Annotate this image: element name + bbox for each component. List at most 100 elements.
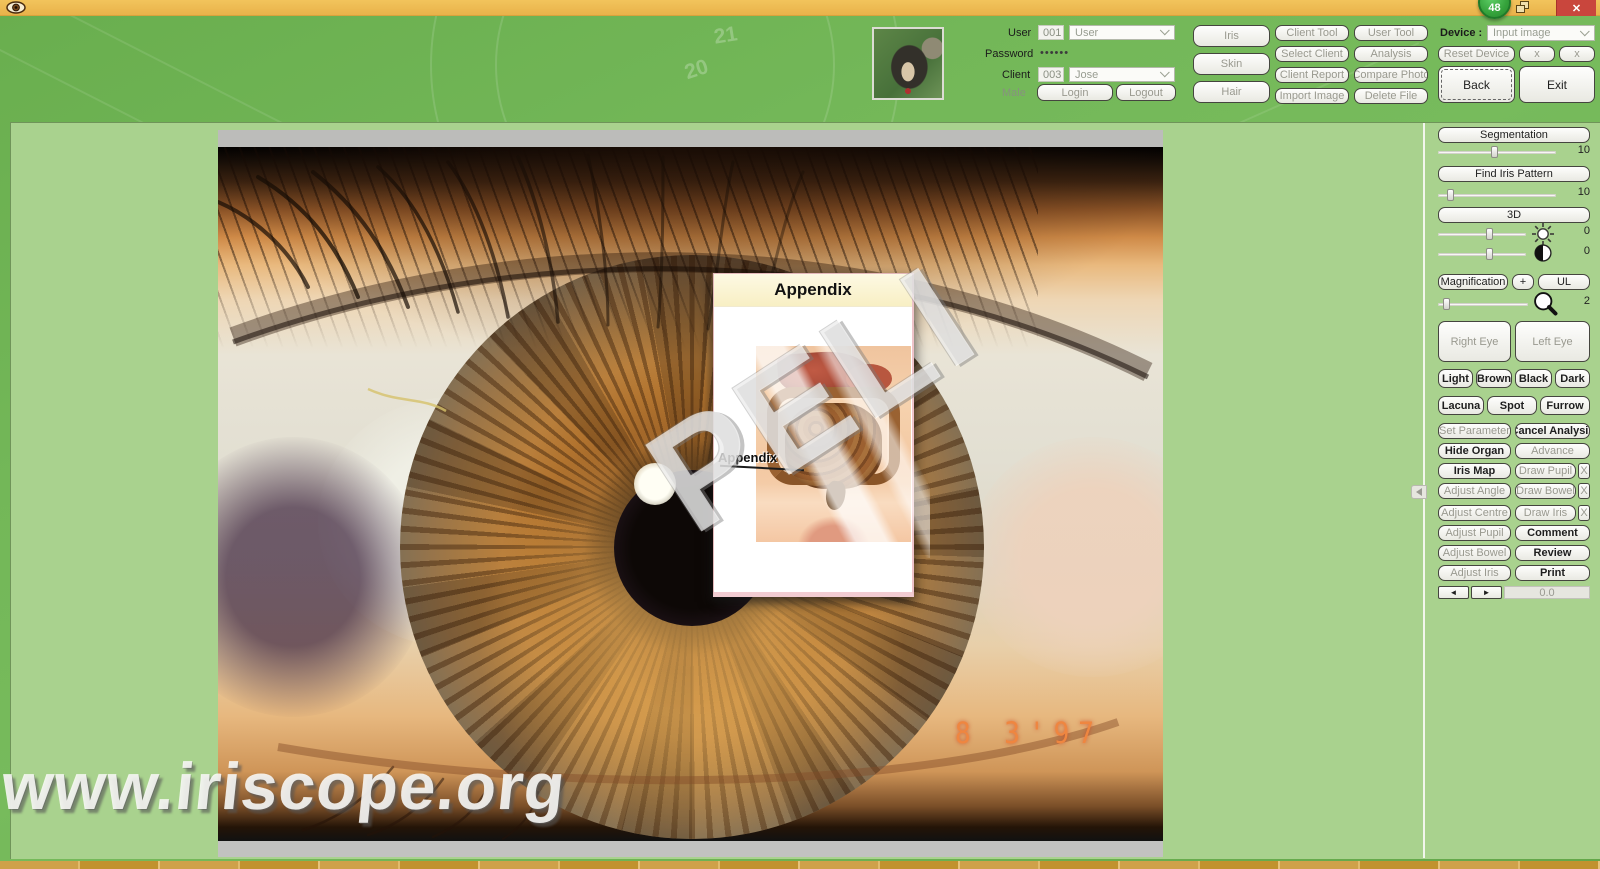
import-image-button[interactable]: Import Image — [1275, 88, 1349, 104]
slider-thumb[interactable] — [1447, 189, 1454, 201]
hair-mode-button[interactable]: Hair — [1193, 81, 1270, 103]
analysis-button[interactable]: Analysis — [1354, 46, 1428, 62]
skin-mode-button[interactable]: Skin — [1193, 53, 1270, 75]
client-dropdown[interactable]: Jose — [1069, 67, 1175, 82]
login-button[interactable]: Login — [1037, 84, 1113, 101]
three-d-button[interactable]: 3D — [1438, 207, 1590, 223]
device-label: Device : — [1440, 27, 1482, 39]
app-eye-icon — [6, 1, 26, 14]
close-window-button[interactable]: ✕ — [1556, 0, 1596, 16]
window-titlebar — [0, 0, 1600, 16]
draw-iris-x-button[interactable]: X — [1578, 505, 1590, 521]
compare-photo-button[interactable]: Compare Photo — [1354, 67, 1428, 83]
iris-map-button[interactable]: Iris Map — [1438, 463, 1511, 479]
magnification-slider[interactable] — [1438, 300, 1528, 309]
abdomen-illustration — [756, 346, 911, 542]
adjust-centre-button[interactable]: Adjust Centre — [1438, 505, 1511, 521]
feature-spot-button[interactable]: Spot — [1487, 396, 1537, 415]
draw-bowel-x-button[interactable]: X — [1578, 483, 1590, 499]
pager-next-button[interactable]: ► — [1471, 586, 1502, 599]
brightness-value: 0 — [1560, 225, 1590, 237]
draw-bowel-button[interactable]: Draw Bowel — [1515, 483, 1576, 499]
pager-value-display: 0.0 — [1504, 586, 1590, 599]
analysis-sidebar: Segmentation 10 Find Iris Pattern 10 3D … — [1438, 123, 1590, 723]
draw-pupil-button[interactable]: Draw Pupil — [1515, 463, 1576, 479]
brightness-slider[interactable] — [1438, 230, 1526, 239]
viewer-bottom-bar — [218, 841, 1163, 857]
exit-button[interactable]: Exit — [1519, 66, 1595, 103]
reset-device-button[interactable]: Reset Device — [1438, 46, 1515, 62]
organ-pointer-label: Appendix — [718, 450, 777, 465]
draw-pupil-x-button[interactable]: X — [1578, 463, 1590, 479]
device-dropdown-value: Input image — [1493, 27, 1550, 39]
logout-button[interactable]: Logout — [1116, 84, 1176, 101]
back-button[interactable]: Back — [1438, 66, 1515, 103]
chevron-down-icon — [1160, 67, 1170, 77]
x-button-1[interactable]: x — [1519, 46, 1555, 62]
iris-mode-button[interactable]: Iris — [1193, 25, 1270, 47]
hide-organ-button[interactable]: Hide Organ — [1438, 443, 1511, 459]
slider-track — [1438, 253, 1526, 256]
advance-button[interactable]: Advance — [1515, 443, 1590, 459]
segmentation-slider[interactable] — [1438, 148, 1556, 157]
user-dropdown-value: User — [1075, 27, 1098, 39]
user-tool-button[interactable]: User Tool — [1354, 25, 1428, 41]
client-report-button[interactable]: Client Report — [1275, 67, 1349, 83]
taskbar-sliver[interactable] — [0, 861, 1600, 869]
find-iris-slider[interactable] — [1438, 191, 1556, 200]
contrast-value: 0 — [1560, 245, 1590, 257]
adjust-iris-button[interactable]: Adjust Iris — [1438, 565, 1511, 581]
adjust-pupil-button[interactable]: Adjust Pupil — [1438, 525, 1511, 541]
slider-thumb[interactable] — [1443, 298, 1450, 310]
color-brown-button[interactable]: Brown — [1476, 369, 1512, 388]
password-label: Password — [985, 48, 1033, 60]
color-black-button[interactable]: Black — [1515, 369, 1552, 388]
segmentation-button[interactable]: Segmentation — [1438, 127, 1590, 143]
client-id-field[interactable]: 003 — [1038, 67, 1064, 82]
find-iris-value: 10 — [1560, 186, 1590, 198]
slider-thumb[interactable] — [1491, 146, 1498, 158]
organ-card-title: Appendix — [714, 274, 912, 307]
left-eye-button[interactable]: Left Eye — [1515, 321, 1590, 362]
set-parameter-button[interactable]: Set Parameter — [1438, 423, 1511, 439]
password-value[interactable]: •••••• — [1040, 47, 1069, 59]
client-tool-button[interactable]: Client Tool — [1275, 25, 1349, 41]
user-id-field[interactable]: 001 — [1038, 25, 1064, 40]
restore-window-icon[interactable] — [1516, 1, 1531, 15]
client-dropdown-value: Jose — [1075, 69, 1098, 81]
x-button-2[interactable]: x — [1559, 46, 1595, 62]
feature-lacuna-button[interactable]: Lacuna — [1438, 396, 1484, 415]
slider-thumb[interactable] — [1486, 228, 1493, 240]
organ-overlay-card[interactable]: Appendix Appendix — [713, 273, 914, 597]
cancel-analysis-button[interactable]: Cancel Analysis — [1515, 423, 1590, 439]
splitter-collapse-handle[interactable] — [1411, 485, 1427, 499]
iris-photo[interactable]: 8 3'97 — [218, 147, 1163, 841]
contrast-icon — [1532, 242, 1554, 264]
delete-file-button[interactable]: Delete File — [1354, 88, 1428, 104]
comment-button[interactable]: Comment — [1515, 525, 1590, 541]
adjust-angle-button[interactable]: Adjust Angle — [1438, 483, 1511, 499]
client-photo — [872, 27, 944, 100]
magnification-button[interactable]: Magnification — [1438, 274, 1508, 290]
right-eye-button[interactable]: Right Eye — [1438, 321, 1511, 362]
contrast-slider[interactable] — [1438, 250, 1526, 259]
adjust-bowel-button[interactable]: Adjust Bowel — [1438, 545, 1511, 561]
user-dropdown[interactable]: User — [1069, 25, 1175, 40]
photo-timestamp: 8 3'97 — [955, 717, 1103, 751]
client-label: Client — [1002, 69, 1030, 81]
pager-prev-button[interactable]: ◄ — [1438, 586, 1469, 599]
slider-track — [1438, 233, 1526, 236]
print-button[interactable]: Print — [1515, 565, 1590, 581]
device-dropdown[interactable]: Input image — [1487, 25, 1595, 41]
site-watermark-text: www.iriscope.org — [0, 748, 570, 824]
feature-furrow-button[interactable]: Furrow — [1540, 396, 1590, 415]
slider-thumb[interactable] — [1486, 248, 1493, 260]
draw-iris-button[interactable]: Draw Iris — [1515, 505, 1576, 521]
gender-label: Male — [1002, 87, 1026, 99]
select-client-button[interactable]: Select Client — [1275, 46, 1349, 62]
find-iris-pattern-button[interactable]: Find Iris Pattern — [1438, 166, 1590, 182]
color-light-button[interactable]: Light — [1438, 369, 1473, 388]
color-dark-button[interactable]: Dark — [1555, 369, 1590, 388]
review-button[interactable]: Review — [1515, 545, 1590, 561]
magnifier-icon — [1530, 288, 1560, 318]
